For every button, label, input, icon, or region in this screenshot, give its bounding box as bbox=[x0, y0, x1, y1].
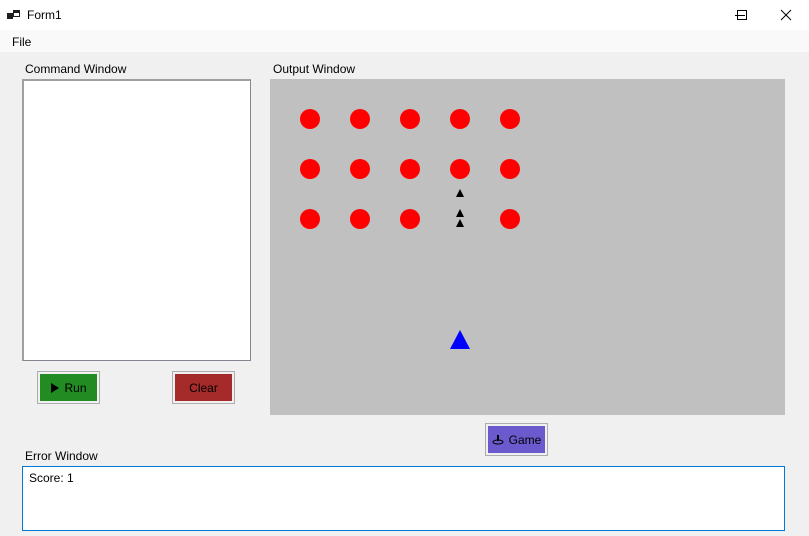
clear-button[interactable]: Clear bbox=[172, 371, 235, 404]
bullet-icon bbox=[456, 219, 464, 227]
menu-file[interactable]: File bbox=[12, 35, 31, 49]
title-bar bbox=[0, 0, 809, 30]
bullet-icon bbox=[456, 189, 464, 197]
error-output[interactable]: Score: 1 bbox=[22, 466, 785, 531]
window-title: Form1 bbox=[27, 8, 62, 22]
maximize-icon bbox=[737, 10, 747, 20]
enemy-dot bbox=[500, 109, 520, 129]
enemy-dot bbox=[350, 159, 370, 179]
game-button-label: Game bbox=[508, 432, 542, 447]
enemy-dot bbox=[300, 109, 320, 129]
bullet-icon bbox=[456, 209, 464, 217]
enemy-dot bbox=[400, 159, 420, 179]
enemy-dot bbox=[300, 209, 320, 229]
enemy-dot bbox=[500, 159, 520, 179]
game-button[interactable]: Game bbox=[485, 423, 548, 456]
close-icon bbox=[780, 9, 792, 21]
enemy-dot bbox=[400, 109, 420, 129]
ship-icon bbox=[492, 435, 504, 445]
bullets bbox=[456, 189, 464, 227]
command-input[interactable] bbox=[22, 79, 251, 361]
play-icon bbox=[51, 382, 60, 393]
close-button[interactable] bbox=[763, 0, 809, 30]
command-window-label: Command Window bbox=[25, 62, 127, 76]
enemy-dot bbox=[450, 109, 470, 129]
enemy-dot bbox=[500, 209, 520, 229]
run-button-label: Run bbox=[64, 380, 87, 395]
enemy-dot bbox=[350, 209, 370, 229]
enemy-dot bbox=[450, 159, 470, 179]
run-button[interactable]: Run bbox=[37, 371, 100, 404]
app-icon bbox=[7, 10, 20, 19]
enemy-dot bbox=[300, 159, 320, 179]
clear-button-label: Clear bbox=[189, 380, 218, 395]
output-window-label: Output Window bbox=[273, 62, 356, 76]
error-window-label: Error Window bbox=[25, 449, 98, 463]
enemy-dot bbox=[350, 109, 370, 129]
menu-bar bbox=[0, 30, 809, 52]
maximize-button[interactable] bbox=[719, 0, 765, 30]
score-text: Score: 1 bbox=[29, 471, 74, 485]
enemy-dot bbox=[400, 209, 420, 229]
output-canvas bbox=[270, 79, 785, 415]
player-ship-icon bbox=[450, 330, 470, 349]
